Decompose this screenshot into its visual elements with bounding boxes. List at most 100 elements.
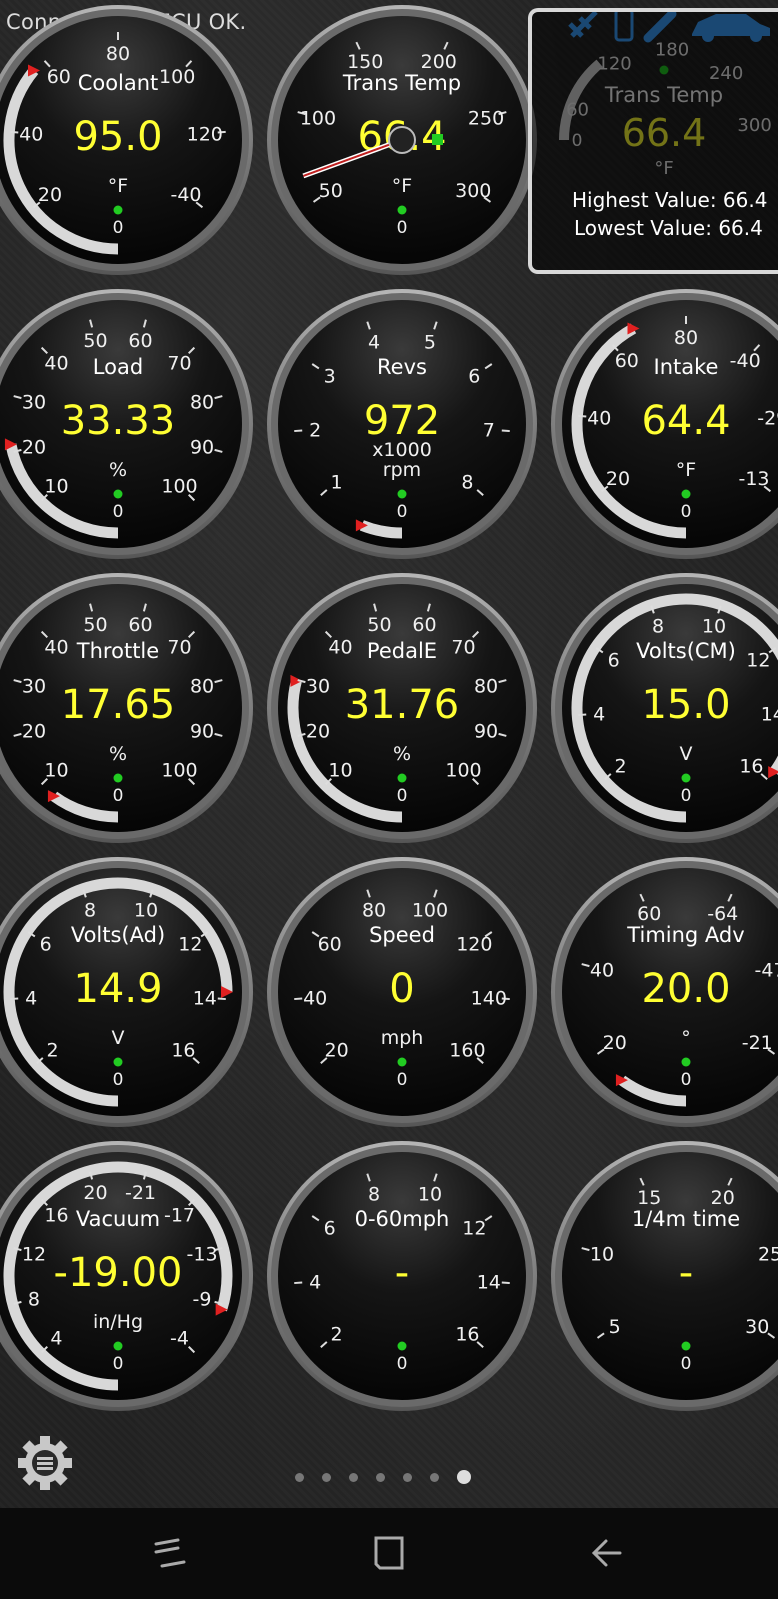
settings-gear-icon[interactable] [12,1430,78,1496]
page-dot[interactable] [403,1472,412,1482]
gauge-tick-label: 300 [455,180,491,202]
gauge-revs[interactable]: 1 2 3 4 5 6 7 8 Revs 972x1000rpm 0 [267,289,537,559]
home-icon[interactable] [366,1530,412,1576]
gauge-value: 33.33 [61,398,176,444]
gauge-value: 17.65 [61,682,176,728]
gauge-tick-label: 60 [637,903,661,925]
gauge-volts-cm[interactable]: 2 4 6 8 10 12 14 16 Volts(CM) 15.0 V 0 [551,573,778,843]
gauge-tick-label: 40 [19,123,43,145]
status-led [113,1057,123,1067]
gauge-zero: 0 [681,1354,692,1374]
gauge-tick-label: 50 [367,614,391,636]
gauge-tick-label: 30 [22,391,46,413]
status-square [432,134,443,145]
gauge-tick-label: 30 [745,1316,769,1338]
gauge-unit: mph [381,1027,424,1049]
gauge-label: Trans Temp [342,71,461,95]
gauge-intake[interactable]: 20 40 60 80 -40 -29 -13 Intake 64.4 °F 0 [551,289,778,559]
gauge-tick-label: 70 [451,636,475,658]
gauge-throttle[interactable]: 10 20 30 40 50 60 70 80 90 100 Throttle 17.65% 0 [0,573,253,843]
page-indicator[interactable] [295,1470,471,1484]
page-dot[interactable] [376,1472,385,1482]
page-dot[interactable] [349,1472,358,1482]
gauge-tick-label: 2 [615,755,627,777]
gauge-tick-label: 20 [38,184,62,206]
lowest-value: Lowest Value: 66.4 [574,216,763,240]
status-led [397,1341,407,1351]
status-led [397,489,407,499]
page-dot[interactable] [430,1472,439,1482]
gauge-tick [294,429,303,433]
gauge-tick-label: 70 [167,636,191,658]
gauge-tick-label: 16 [44,1204,68,1226]
recent-apps-icon[interactable] [148,1530,194,1576]
status-led [113,1341,123,1351]
gauge-tick-label: -17 [164,1204,195,1226]
gauge-volts-ad[interactable]: 2 4 6 8 10 12 14 16 Volts(Ad) 14.9 V 0 [0,857,253,1127]
gauge-tick-label: 14 [761,704,778,726]
page-dot[interactable] [295,1472,304,1482]
gauge-tick-label: 80 [362,900,386,922]
status-led [397,205,407,215]
gauge-zero-sixty[interactable]: 2 4 6 8 10 12 14 16 0-60mph - 0 [267,1141,537,1411]
gauge-tick [294,997,303,1001]
gauge-vacuum[interactable]: 48 12 16 20 -21 -17 -13 -9-4 Vacuum -19.00 in/Hg 0 [0,1141,253,1411]
needle-hub [388,126,416,154]
gauge-tick-label: 8 [652,616,664,638]
gauge-tick-label: 10 [702,616,726,638]
gauge-value: 972 [364,398,440,444]
gauge-tick-label: 50 [83,614,107,636]
gauge-unit: % [109,743,127,765]
gauge-unit: in/Hg [93,1311,143,1333]
gauge-value: - [395,1250,409,1296]
gauge-tick-label: 6 [468,366,480,388]
gauge-value: 31.76 [345,682,460,728]
gauge-tick-label: 8 [28,1289,40,1311]
gauge-zero: 0 [397,502,408,522]
page-dot[interactable] [457,1470,471,1484]
status-led [113,205,123,215]
page-dot[interactable] [322,1472,331,1482]
gauge-tick-label: 8 [461,471,473,493]
gauge-tick-label: 2 [47,1039,59,1061]
gauge-tick [217,997,226,1001]
gauge-label: Speed [369,923,435,947]
gauge-speed[interactable]: 20 40 60 80 100 120 140 160 Speed 0 mph 0 [267,857,537,1127]
status-led [397,773,407,783]
gauge-coolant[interactable]: 20 40 60 80 100 120 -40 Coolant 95.0 °F 0 [0,5,253,275]
gauge-tick-label: 10 [328,760,352,782]
gauge-tick-label: 5 [424,332,436,354]
gauge-value: 0 [389,966,414,1012]
gauge-tick-label: 120 [187,123,223,145]
gauge-zero: 0 [113,1070,124,1090]
gauge-unit: ° [681,1027,691,1049]
gauge-tick-label: -21 [125,1182,156,1204]
gauge-tick [578,414,587,418]
gauge-label: Timing Adv [626,923,744,947]
gauge-trans-temp[interactable]: 50100150200250300Trans Temp66.4°F0 [267,5,537,275]
gauge-unit: x1000 [372,439,432,461]
status-led [113,489,123,499]
back-icon[interactable] [584,1530,630,1576]
gauge-tick-label: 60 [128,614,152,636]
gauge-tick-label: 90 [190,721,214,743]
gauge-tick-label: 70 [167,352,191,374]
gauge-tick-label: 100 [159,66,195,88]
status-led [113,773,123,783]
gauge-tick [10,997,19,1001]
gauge-tick-label: 12 [746,650,770,672]
gauge-label: Load [93,355,143,379]
gauge-label: Coolant [78,71,159,95]
gauge-pedal-e[interactable]: 10 20 30 40 50 60 70 80 90 100 PedalE 31.76% 0 [267,573,537,843]
gauge-tick-label: 50 [83,330,107,352]
gauge-timing-adv[interactable]: 20 40 60 -64 -47 -21 Timing Adv 20.0 ° 0 [551,857,778,1127]
gauge-label: Volts(Ad) [71,923,165,947]
gauge-tick [501,1281,510,1285]
gauge-tick-label: 14 [477,1272,501,1294]
gauge-tick-label: 60 [412,614,436,636]
gauge-tick-label: 4 [50,1328,62,1350]
gauge-tick [501,429,510,433]
gauge-load[interactable]: 10 20 30 40 50 60 70 80 90 100 Load 33.33% 0 [0,289,253,559]
gauge-zero: 0 [397,786,408,806]
gauge-quarter-mile[interactable]: 5 10 15 20 25 30 1/4m time - 0 [551,1141,778,1411]
